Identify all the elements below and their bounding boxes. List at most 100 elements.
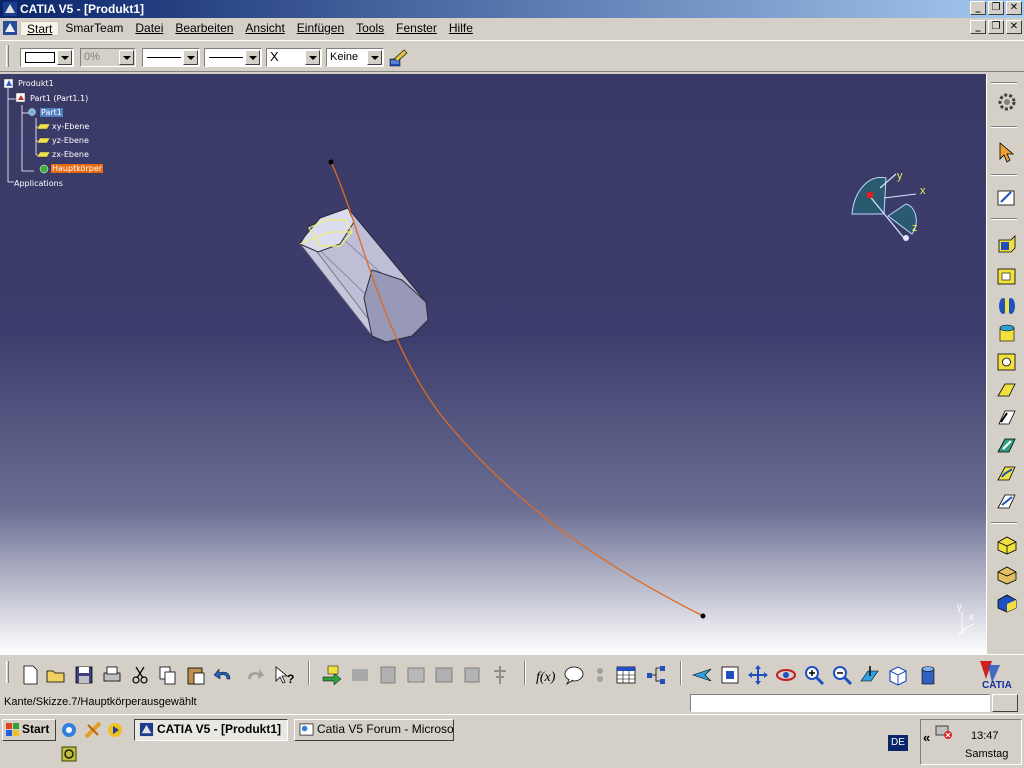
menu-tools[interactable]: Tools — [350, 21, 390, 36]
menu-hilfe[interactable]: Hilfe — [443, 21, 479, 36]
fill-color-select[interactable] — [20, 48, 74, 67]
menu-einfuegen[interactable]: Einfügen — [291, 21, 350, 36]
chamfer-icon[interactable] — [995, 562, 1019, 586]
removed-multisection-icon[interactable] — [995, 490, 1019, 514]
tree-item-part-instance[interactable]: Part1 (Part1.1) — [30, 94, 88, 103]
chevron-down-icon[interactable] — [367, 50, 382, 65]
menu-bearbeiten[interactable]: Bearbeiten — [169, 21, 239, 36]
internet-explorer-icon[interactable] — [60, 721, 78, 739]
view-cube-icon[interactable] — [886, 663, 910, 687]
chevron-down-icon[interactable] — [183, 50, 198, 65]
new-file-icon[interactable] — [18, 663, 42, 687]
clock-time[interactable]: 13:47 — [971, 730, 999, 742]
taskbar-catia-label: CATIA V5 - [Produkt1] — [157, 722, 282, 736]
document-icon[interactable] — [2, 20, 18, 36]
minimize-button[interactable]: _ — [970, 1, 986, 15]
spline-curve[interactable] — [330, 161, 704, 617]
menu-start[interactable]: Start — [20, 21, 60, 36]
toolbar-grip[interactable] — [6, 661, 9, 683]
save-icon[interactable] — [72, 663, 96, 687]
command-button[interactable] — [992, 694, 1018, 712]
compass-icon[interactable] — [851, 173, 917, 241]
cut-icon[interactable] — [128, 663, 152, 687]
update-icon[interactable] — [320, 663, 344, 687]
pocket-icon[interactable] — [995, 264, 1019, 288]
copy-icon[interactable] — [156, 663, 180, 687]
comment-icon[interactable] — [562, 663, 586, 687]
close-button[interactable]: ✕ — [1006, 1, 1022, 15]
select-arrow-icon[interactable] — [995, 140, 1019, 164]
chevron-down-icon[interactable] — [245, 50, 260, 65]
shaft-icon[interactable] — [995, 294, 1019, 318]
fit-all-icon[interactable] — [718, 663, 742, 687]
sketcher-icon[interactable] — [995, 186, 1019, 210]
restore-button[interactable]: ❐ — [988, 1, 1004, 15]
3d-viewport[interactable]: Produkt1 Part1 (Part1.1) Part1 xy-Ebene … — [0, 74, 986, 654]
open-folder-icon[interactable] — [44, 663, 68, 687]
point-symbol-select[interactable]: X — [266, 48, 322, 67]
catia-launcher-icon[interactable] — [84, 721, 102, 739]
tree-item-xy-plane[interactable]: xy-Ebene — [52, 122, 89, 131]
media-player-icon[interactable] — [106, 721, 124, 739]
tree-item-part1[interactable]: Part1 — [40, 108, 63, 117]
menu-fenster[interactable]: Fenster — [390, 21, 443, 36]
layer-select[interactable]: Keine — [326, 48, 384, 67]
tree-item-yz-plane[interactable]: yz-Ebene — [52, 136, 89, 145]
undo-icon[interactable] — [212, 663, 236, 687]
menu-bar: Start SmarTeam Datei Bearbeiten Ansicht … — [0, 18, 1024, 38]
line-type-select[interactable] — [204, 48, 262, 67]
help-icon[interactable]: ? — [272, 663, 296, 687]
design-table-icon[interactable] — [614, 663, 638, 687]
line-type-preview — [209, 57, 243, 58]
doc-minimize-button[interactable]: _ — [970, 20, 986, 34]
octagonal-prism[interactable] — [299, 207, 429, 343]
pad-icon[interactable] — [995, 232, 1019, 256]
draft-icon[interactable] — [995, 590, 1019, 614]
taskbar-forum-button[interactable]: Catia V5 Forum - Microso... — [294, 719, 454, 741]
paste-icon[interactable] — [184, 663, 208, 687]
menu-ansicht[interactable]: Ansicht — [239, 21, 290, 36]
tree-item-main-body[interactable]: Hauptkörper — [51, 164, 104, 173]
hole-icon[interactable] — [995, 350, 1019, 374]
tree-item-produkt1[interactable]: Produkt1 — [18, 79, 54, 88]
chevron-down-icon[interactable] — [305, 50, 320, 65]
tree-item-zx-plane[interactable]: zx-Ebene — [52, 150, 89, 159]
rotate-icon[interactable] — [774, 663, 798, 687]
catia-app-icon[interactable] — [2, 1, 18, 17]
desktop-icon[interactable] — [60, 745, 78, 763]
slot-icon[interactable] — [995, 406, 1019, 430]
taskbar-catia-button[interactable]: CATIA V5 - [Produkt1] — [134, 719, 288, 741]
shading-icon[interactable] — [916, 663, 940, 687]
toolbar-grip[interactable] — [6, 45, 9, 67]
format-painter-icon[interactable] — [388, 47, 410, 69]
menu-smarteam[interactable]: SmarTeam — [59, 21, 129, 36]
doc-close-button[interactable]: ✕ — [1006, 20, 1022, 34]
fly-mode-icon[interactable] — [690, 663, 714, 687]
rib-icon[interactable] — [995, 378, 1019, 402]
normal-view-icon[interactable] — [858, 663, 882, 687]
print-icon[interactable] — [100, 663, 124, 687]
fillet-icon[interactable] — [995, 532, 1019, 556]
gear-icon[interactable] — [995, 90, 1019, 114]
formula-icon[interactable]: f(x) — [534, 663, 558, 687]
line-thickness-select[interactable] — [142, 48, 200, 67]
structure-icon[interactable] — [644, 663, 668, 687]
network-error-icon[interactable] — [935, 724, 953, 740]
chevron-down-icon[interactable] — [57, 50, 72, 65]
language-indicator[interactable]: DE — [888, 735, 908, 751]
command-input[interactable] — [690, 694, 990, 712]
stiffener-icon[interactable] — [995, 434, 1019, 458]
zoom-in-icon[interactable] — [802, 663, 826, 687]
doc-restore-button[interactable]: ❐ — [988, 20, 1004, 34]
start-button[interactable]: Start — [2, 719, 56, 741]
zoom-out-icon[interactable] — [830, 663, 854, 687]
pan-icon[interactable] — [746, 663, 770, 687]
multisection-icon[interactable] — [995, 462, 1019, 486]
curve-end-point[interactable] — [700, 613, 706, 619]
tray-expand-chevron[interactable]: « — [923, 730, 930, 745]
graphic-properties-toolbar: 0% X Keine — [0, 40, 1024, 72]
menu-datei[interactable]: Datei — [129, 21, 169, 36]
tree-item-applications[interactable]: Applications — [14, 179, 63, 188]
curve-start-point[interactable] — [328, 159, 334, 165]
cylinder-icon[interactable] — [995, 322, 1019, 346]
